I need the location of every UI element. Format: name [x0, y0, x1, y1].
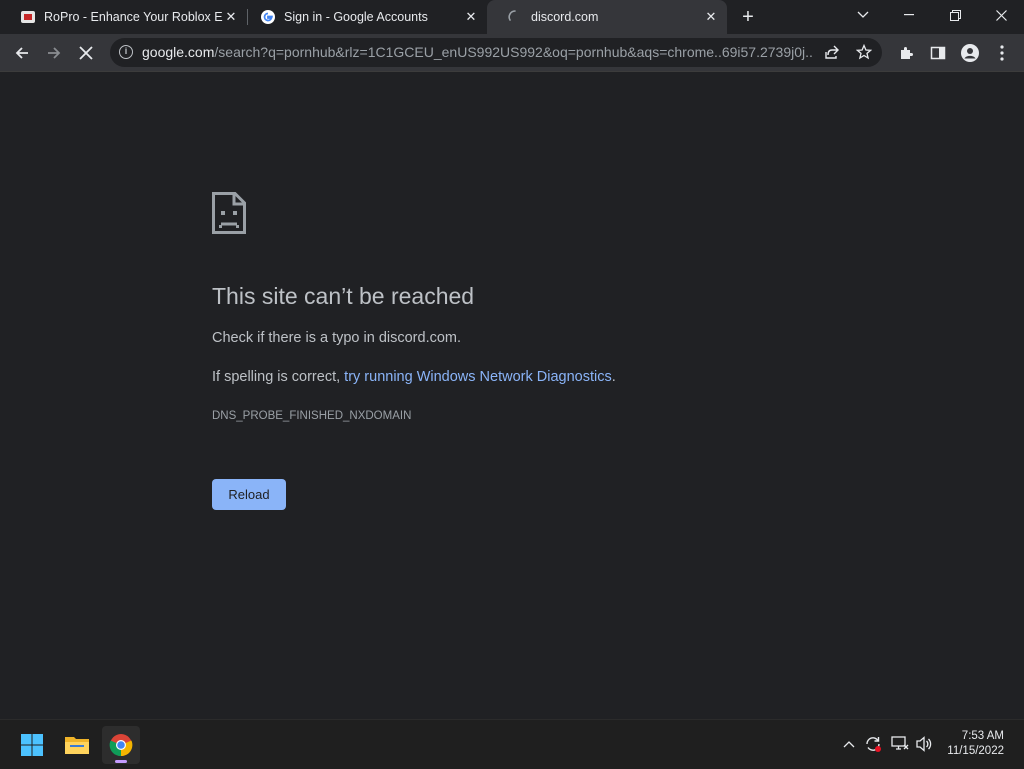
tab-title: RoPro - Enhance Your Roblox Exp [44, 10, 223, 24]
browser-toolbar: i google.com/search?q=pornhub&rlz=1C1GCE… [0, 34, 1024, 72]
forward-arrow-icon[interactable] [40, 39, 68, 67]
hint-prefix: If spelling is correct, [212, 369, 345, 385]
tab-title: Sign in - Google Accounts [284, 10, 428, 24]
address-bar[interactable]: i google.com/search?q=pornhub&rlz=1C1GCE… [110, 38, 882, 67]
chevron-up-icon[interactable] [840, 735, 858, 753]
error-title: This site can’t be reached [212, 283, 475, 309]
network-diagnostics-link[interactable]: try running Windows Network Diagnostics [344, 369, 612, 385]
close-window-icon[interactable] [978, 0, 1024, 30]
site-info-icon[interactable]: i [119, 45, 133, 59]
reload-button[interactable]: Reload [212, 479, 286, 510]
close-tab-icon[interactable]: ✕ [703, 9, 719, 25]
tab-ropro[interactable]: RoPro - Enhance Your Roblox Exp ✕ [0, 0, 247, 34]
file-explorer-icon[interactable] [58, 726, 96, 764]
url-host: google.com [142, 44, 215, 60]
new-tab-icon[interactable]: + [738, 7, 758, 27]
stop-loading-icon[interactable] [72, 39, 100, 67]
close-tab-icon[interactable]: ✕ [463, 9, 479, 25]
bookmark-star-icon[interactable] [855, 43, 873, 65]
extensions-puzzle-icon[interactable] [892, 39, 920, 67]
chrome-taskbar-icon[interactable] [102, 726, 140, 764]
url-path: /search?q=pornhub&rlz=1C1GCEU_enUS992US9… [214, 44, 812, 60]
restore-icon[interactable] [932, 0, 978, 30]
url-text[interactable]: google.com/search?q=pornhub&rlz=1C1GCEU_… [142, 44, 812, 60]
menu-kebab-icon[interactable] [988, 39, 1016, 67]
clock-date: 11/15/2022 [947, 745, 1004, 757]
tab-google-signin[interactable]: Sign in - Google Accounts ✕ [240, 0, 487, 34]
tab-title: discord.com [531, 10, 599, 24]
loading-spinner-icon [507, 9, 523, 25]
back-arrow-icon[interactable] [8, 39, 36, 67]
windows-taskbar: 7:53 AM 11/15/2022 [0, 719, 1024, 769]
side-panel-icon[interactable] [924, 39, 952, 67]
active-app-indicator [115, 760, 127, 763]
ropro-favicon-icon [20, 9, 36, 25]
tab-strip: RoPro - Enhance Your Roblox Exp ✕ Sign i… [0, 0, 1024, 34]
sad-page-icon [212, 192, 246, 239]
clock-time: 7:53 AM [961, 730, 1004, 742]
system-clock[interactable]: 7:53 AM 11/15/2022 [947, 729, 1004, 759]
network-icon[interactable] [891, 735, 909, 753]
sync-alert-icon[interactable] [864, 735, 882, 753]
close-tab-icon[interactable]: ✕ [223, 9, 239, 25]
minimize-icon[interactable] [886, 0, 932, 30]
page-content: This site can’t be reached Check if ther… [0, 72, 1024, 719]
google-favicon-icon [260, 9, 276, 25]
error-diagnostics-hint: If spelling is correct, try running Wind… [212, 369, 616, 385]
hint-suffix: . [611, 369, 616, 385]
error-typo-hint: Check if there is a typo in discord.com. [212, 330, 462, 346]
volume-icon[interactable] [916, 735, 934, 753]
tab-discord[interactable]: discord.com ✕ [487, 0, 727, 34]
share-icon[interactable] [824, 44, 840, 65]
tab-search-icon[interactable] [840, 0, 886, 30]
windows-start-icon[interactable] [13, 726, 51, 764]
profile-avatar-icon[interactable] [956, 39, 984, 67]
error-code: DNS_PROBE_FINISHED_NXDOMAIN [212, 410, 412, 422]
